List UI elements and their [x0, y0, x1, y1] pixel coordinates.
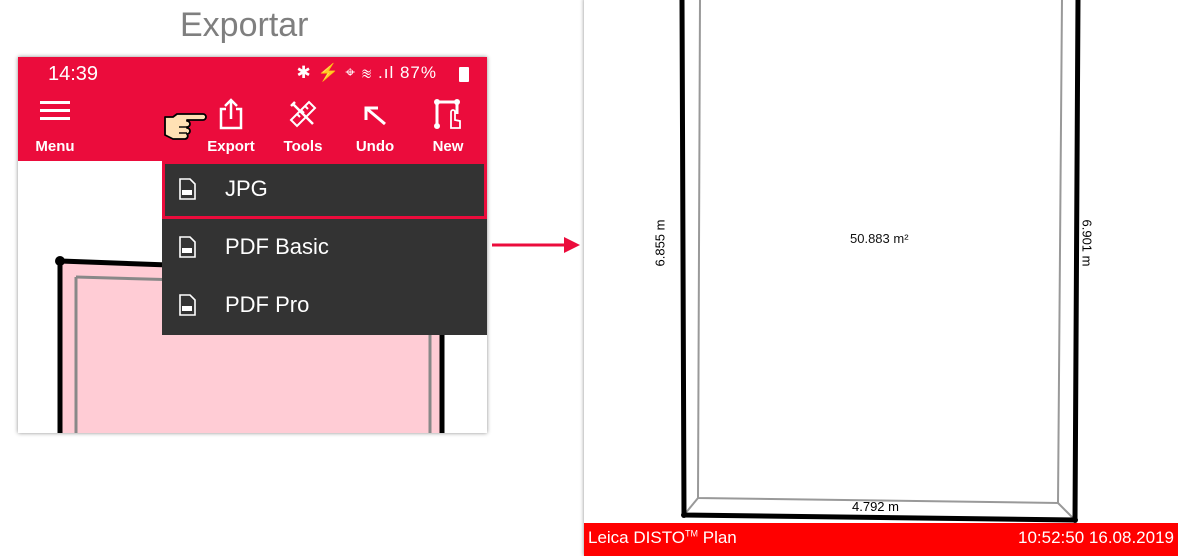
- pdf-file-icon: [179, 294, 196, 316]
- new-plan-icon: [434, 99, 461, 129]
- bottom-wall-dimension: 4.792 m: [852, 499, 899, 514]
- right-wall-dimension: 6.901 m: [1079, 219, 1095, 267]
- menu-button[interactable]: Menu: [30, 92, 80, 161]
- brand-suffix: Plan: [698, 528, 737, 547]
- menu-label: Menu: [35, 138, 75, 155]
- hamburger-icon: [40, 101, 70, 120]
- menu-item-label: JPG: [225, 176, 268, 201]
- export-label: Export: [207, 138, 255, 155]
- exported-plan-image: 50.883 m² 6.855 m 6.901 m 4.792 m Leica …: [584, 0, 1178, 556]
- left-wall-dimension: 6.855 m: [652, 219, 668, 267]
- tools-label: Tools: [283, 138, 323, 155]
- undo-label: Undo: [355, 138, 395, 155]
- menu-item-label: PDF Pro: [225, 292, 310, 317]
- export-menu: JPG PDF Basic PDF Pro: [162, 161, 487, 335]
- new-button[interactable]: New: [421, 92, 475, 161]
- undo-icon: [364, 106, 386, 126]
- area-label: 50.883 m²: [850, 231, 909, 246]
- new-label: New: [432, 138, 464, 155]
- status-bar: 14:39 ✱ ⚡ ⌖ ≋ .ıl 87%: [18, 57, 487, 92]
- pointing-hand-icon: [164, 113, 207, 140]
- ruler-pencil-icon: [289, 100, 317, 128]
- jpg-file-icon: [179, 178, 196, 200]
- plan-footer: Leica DISTOTM Plan 10:52:50 16.08.2019: [584, 523, 1178, 556]
- app-bar: Menu Export Tools Undo New: [18, 92, 487, 161]
- battery-icon: [459, 67, 469, 82]
- pdf-file-icon: [179, 236, 196, 258]
- export-button[interactable]: Export: [204, 92, 258, 161]
- menu-item-pdf-basic[interactable]: PDF Basic: [162, 219, 487, 277]
- undo-button[interactable]: Undo: [348, 92, 402, 161]
- page-title: Exportar: [180, 6, 309, 44]
- trademark: TM: [685, 528, 699, 539]
- status-icons: ✱ ⚡ ⌖ ≋ .ıl 87%: [297, 63, 437, 83]
- brand-name: Leica DISTO: [588, 528, 686, 547]
- menu-item-jpg[interactable]: JPG: [162, 161, 487, 219]
- footer-brand: Leica DISTOTM Plan: [588, 528, 737, 548]
- room-floor-plan: [679, 0, 1081, 523]
- status-icon-glyphs: ✱ ⚡ ⌖ ≋ .ıl: [296, 63, 395, 82]
- menu-item-pdf-pro[interactable]: PDF Pro: [162, 277, 487, 335]
- phone-screenshot: 14:39 ✱ ⚡ ⌖ ≋ .ıl 87% Menu Export Tools …: [18, 57, 487, 433]
- share-export-icon: [219, 98, 243, 130]
- menu-item-label: PDF Basic: [225, 234, 329, 259]
- tools-button[interactable]: Tools: [276, 92, 330, 161]
- arrow-right-icon: [492, 237, 580, 253]
- battery-percent: 87%: [399, 63, 437, 82]
- status-time: 14:39: [48, 63, 99, 85]
- footer-timestamp: 10:52:50 16.08.2019: [1018, 528, 1174, 547]
